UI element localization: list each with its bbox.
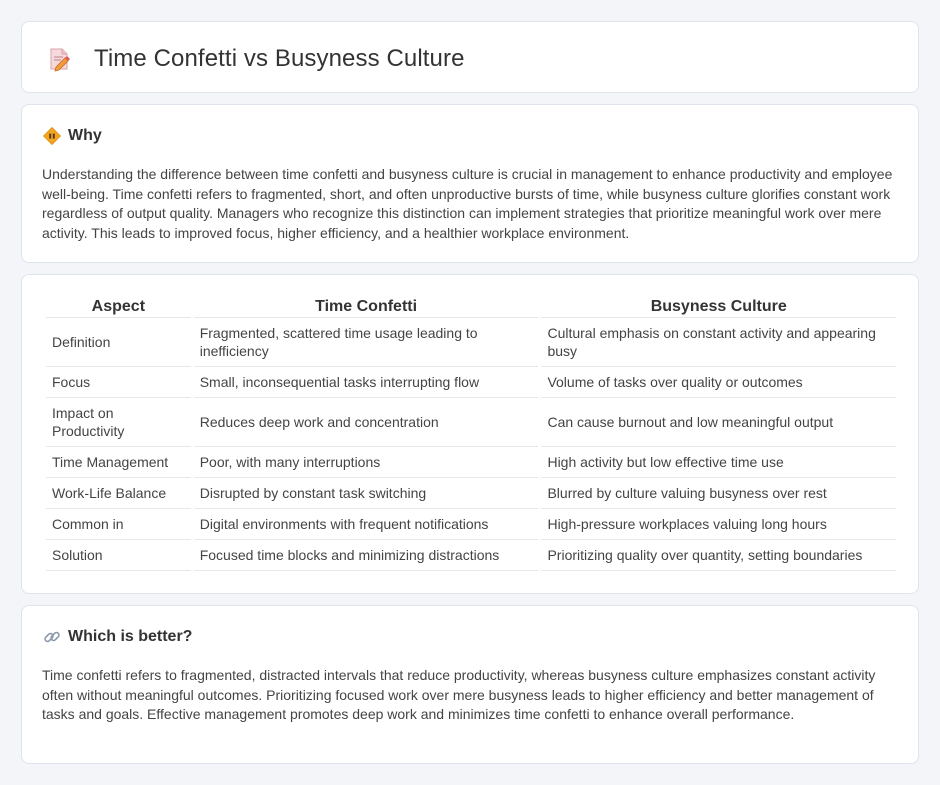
link-icon [43, 628, 61, 646]
why-heading-row: Why [42, 126, 102, 146]
better-heading-row: Which is better? [43, 628, 192, 646]
page-title: Time Confetti vs Busyness Culture [94, 45, 465, 72]
better-text: Time confetti refers to fragmented, dist… [42, 667, 876, 722]
row-time-confetti: Reduces deep work and concentration [193, 398, 539, 447]
why-card: Why Understanding the difference between… [21, 104, 919, 263]
header-busyness-culture: Busyness Culture [541, 297, 896, 318]
row-busyness-culture: Prioritizing quality over quantity, sett… [541, 540, 896, 571]
table-row: Definition Fragmented, scattered time us… [46, 318, 896, 367]
row-aspect: Focus [46, 367, 191, 398]
row-aspect: Time Management [46, 447, 191, 478]
document-pencil-icon [46, 46, 72, 72]
row-time-confetti: Poor, with many interruptions [193, 447, 539, 478]
table-header-row: Aspect Time Confetti Busyness Culture [46, 297, 896, 318]
comparison-card: Aspect Time Confetti Busyness Culture De… [21, 274, 919, 594]
row-aspect: Impact on Productivity [46, 398, 191, 447]
row-time-confetti: Fragmented, scattered time usage leading… [193, 318, 539, 367]
row-time-confetti: Disrupted by constant task switching [193, 478, 539, 509]
row-time-confetti: Focused time blocks and minimizing distr… [193, 540, 539, 571]
diamond-warning-icon [42, 126, 62, 146]
row-aspect: Work-Life Balance [46, 478, 191, 509]
table-row: Work-Life Balance Disrupted by constant … [46, 478, 896, 509]
header-aspect: Aspect [46, 297, 191, 318]
row-time-confetti: Digital environments with frequent notif… [193, 509, 539, 540]
row-aspect: Common in [46, 509, 191, 540]
table-row: Impact on Productivity Reduces deep work… [46, 398, 896, 447]
row-busyness-culture: Can cause burnout and low meaningful out… [541, 398, 896, 447]
row-busyness-culture: Blurred by culture valuing busyness over… [541, 478, 896, 509]
table-row: Focus Small, inconsequential tasks inter… [46, 367, 896, 398]
title-card: Time Confetti vs Busyness Culture [21, 21, 919, 93]
better-heading: Which is better? [68, 628, 193, 645]
better-card: Which is better? Time confetti refers to… [21, 605, 919, 764]
why-heading: Why [68, 127, 102, 144]
row-busyness-culture: High activity but low effective time use [541, 447, 896, 478]
why-text: Understanding the difference between tim… [42, 166, 893, 241]
header-time-confetti: Time Confetti [193, 297, 539, 318]
row-aspect: Solution [46, 540, 191, 571]
table-row: Time Management Poor, with many interrup… [46, 447, 896, 478]
title-row: Time Confetti vs Busyness Culture [46, 45, 465, 73]
row-busyness-culture: Volume of tasks over quality or outcomes [541, 367, 896, 398]
comparison-table: Aspect Time Confetti Busyness Culture De… [43, 297, 899, 571]
row-time-confetti: Small, inconsequential tasks interruptin… [193, 367, 539, 398]
row-busyness-culture: Cultural emphasis on constant activity a… [541, 318, 896, 367]
table-row: Common in Digital environments with freq… [46, 509, 896, 540]
row-busyness-culture: High-pressure workplaces valuing long ho… [541, 509, 896, 540]
table-row: Solution Focused time blocks and minimiz… [46, 540, 896, 571]
row-aspect: Definition [46, 318, 191, 367]
